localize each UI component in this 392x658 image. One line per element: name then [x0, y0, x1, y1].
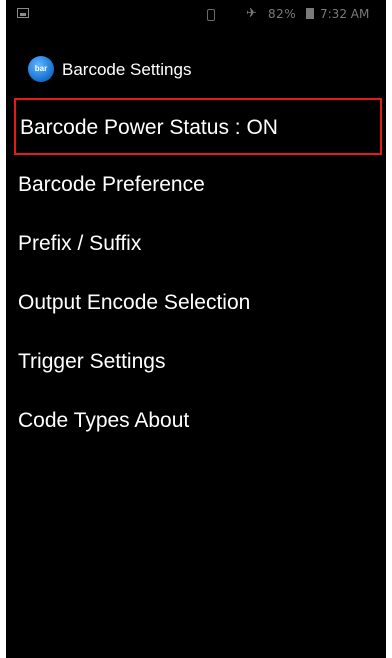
- status-time: 7:32 AM: [320, 7, 370, 21]
- menu-item-label: Barcode Power Status : ON: [20, 116, 278, 139]
- phone-screen: ✈ 82% 7:32 AM bar Barcode Settings Barco…: [6, 0, 386, 658]
- image-notification-icon: [17, 8, 29, 18]
- menu-item-code-types-about[interactable]: Code Types About: [6, 391, 386, 450]
- vibrate-icon: [207, 9, 215, 21]
- menu-item-label: Prefix / Suffix: [18, 232, 142, 255]
- battery-percent: 82%: [268, 7, 297, 21]
- battery-icon: [306, 8, 314, 19]
- settings-menu: Barcode Power Status : ON Barcode Prefer…: [6, 98, 386, 450]
- action-bar: bar Barcode Settings: [6, 48, 386, 90]
- menu-item-prefix-suffix[interactable]: Prefix / Suffix: [6, 214, 386, 273]
- menu-item-trigger-settings[interactable]: Trigger Settings: [6, 332, 386, 391]
- airplane-signal-icon: ✈: [246, 6, 257, 21]
- app-title: Barcode Settings: [62, 60, 192, 79]
- menu-item-label: Output Encode Selection: [18, 291, 251, 314]
- menu-item-barcode-preference[interactable]: Barcode Preference: [6, 155, 386, 214]
- menu-item-label: Code Types About: [18, 409, 190, 432]
- menu-item-output-encode-selection[interactable]: Output Encode Selection: [6, 273, 386, 332]
- status-bar: ✈ 82% 7:32 AM: [6, 0, 386, 30]
- menu-item-label: Trigger Settings: [18, 350, 166, 373]
- barcode-app-icon[interactable]: bar: [28, 56, 54, 82]
- menu-item-label: Barcode Preference: [18, 173, 205, 196]
- menu-item-barcode-power-status[interactable]: Barcode Power Status : ON: [14, 98, 382, 155]
